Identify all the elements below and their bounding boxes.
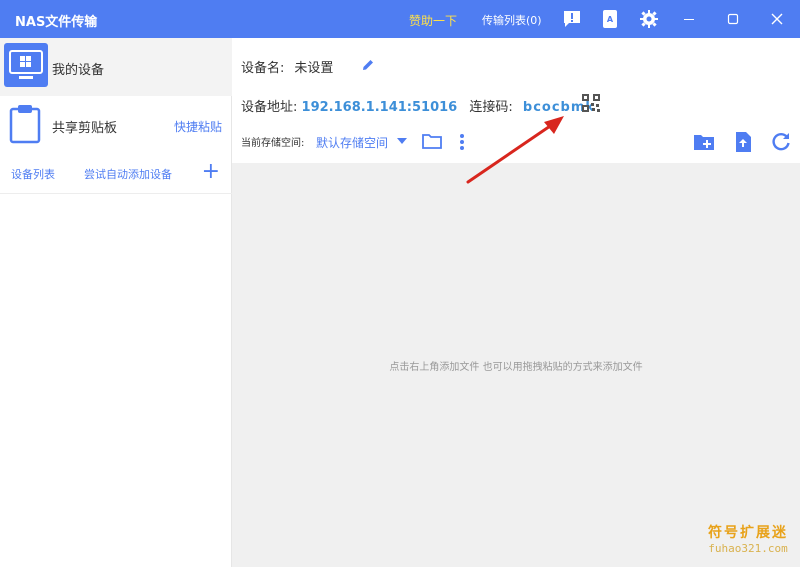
title-bar: NAS文件传输 赞助一下 传输列表(0) A <box>0 0 800 38</box>
maximize-button[interactable] <box>723 9 743 29</box>
device-name-value: 未设置 <box>294 61 334 76</box>
more-vertical-icon[interactable] <box>458 133 466 151</box>
refresh-icon[interactable] <box>770 131 792 153</box>
device-address-label: 设备地址: <box>241 100 298 115</box>
device-name-label: 设备名: <box>241 61 285 76</box>
qr-code-icon[interactable] <box>582 94 600 112</box>
clipboard-icon <box>8 104 42 144</box>
file-drop-area[interactable]: 点击右上角添加文件 也可以用拖拽粘贴的方式来添加文件 <box>232 163 800 567</box>
new-folder-icon[interactable] <box>693 131 715 153</box>
device-address-value: 192.168.1.141:51016 <box>301 100 458 115</box>
minimize-button[interactable] <box>679 9 699 29</box>
phone-app-icon[interactable]: A <box>599 8 621 30</box>
device-list-header: 设备列表 尝试自动添加设备 + <box>0 154 232 194</box>
storage-select[interactable]: 默认存储空间 <box>316 134 388 151</box>
empty-hint: 点击右上角添加文件 也可以用拖拽粘贴的方式来添加文件 <box>389 362 643 373</box>
chevron-down-icon[interactable] <box>397 138 407 144</box>
site-watermark: 符号扩展迷 fuhao321.com <box>708 522 788 555</box>
add-device-button[interactable]: + <box>202 161 220 183</box>
quick-paste-link[interactable]: 快捷粘贴 <box>174 118 222 135</box>
shared-clipboard-label: 共享剪贴板 <box>52 121 118 136</box>
connect-code-label: 连接码: <box>469 100 513 115</box>
device-list-tab[interactable]: 设备列表 <box>11 166 55 182</box>
sidebar-item-shared-clipboard[interactable]: 共享剪贴板 快捷粘贴 <box>0 96 232 154</box>
upload-file-icon[interactable] <box>732 131 754 153</box>
main-panel: 设备名: 未设置 设备地址: 192.168.1.141:51016 连接码: b… <box>232 38 800 567</box>
svg-text:A: A <box>607 15 614 24</box>
app-title: NAS文件传输 <box>15 15 98 30</box>
storage-label: 当前存储空间: <box>241 138 305 149</box>
feedback-icon[interactable] <box>561 8 583 30</box>
donate-link[interactable]: 赞助一下 <box>409 12 457 29</box>
device-address-row: 设备地址: 192.168.1.141:51016 连接码: bcocbmk <box>241 96 595 115</box>
device-name-row: 设备名: 未设置 <box>241 57 333 76</box>
folder-icon[interactable] <box>422 132 442 150</box>
settings-gear-icon[interactable] <box>638 8 660 30</box>
transfer-list-link[interactable]: 传输列表(0) <box>482 12 542 28</box>
edit-pencil-icon[interactable] <box>361 57 375 71</box>
sidebar-item-my-device[interactable]: 我的设备 <box>0 38 232 96</box>
auto-add-device-link[interactable]: 尝试自动添加设备 <box>84 166 172 182</box>
monitor-icon <box>4 43 48 87</box>
watermark-url: fuhao321.com <box>708 542 788 555</box>
close-button[interactable] <box>767 9 787 29</box>
sidebar: 我的设备 共享剪贴板 快捷粘贴 设备列表 尝试自动添加设备 + <box>0 38 232 567</box>
my-device-label: 我的设备 <box>52 63 105 78</box>
watermark-title: 符号扩展迷 <box>708 525 788 541</box>
